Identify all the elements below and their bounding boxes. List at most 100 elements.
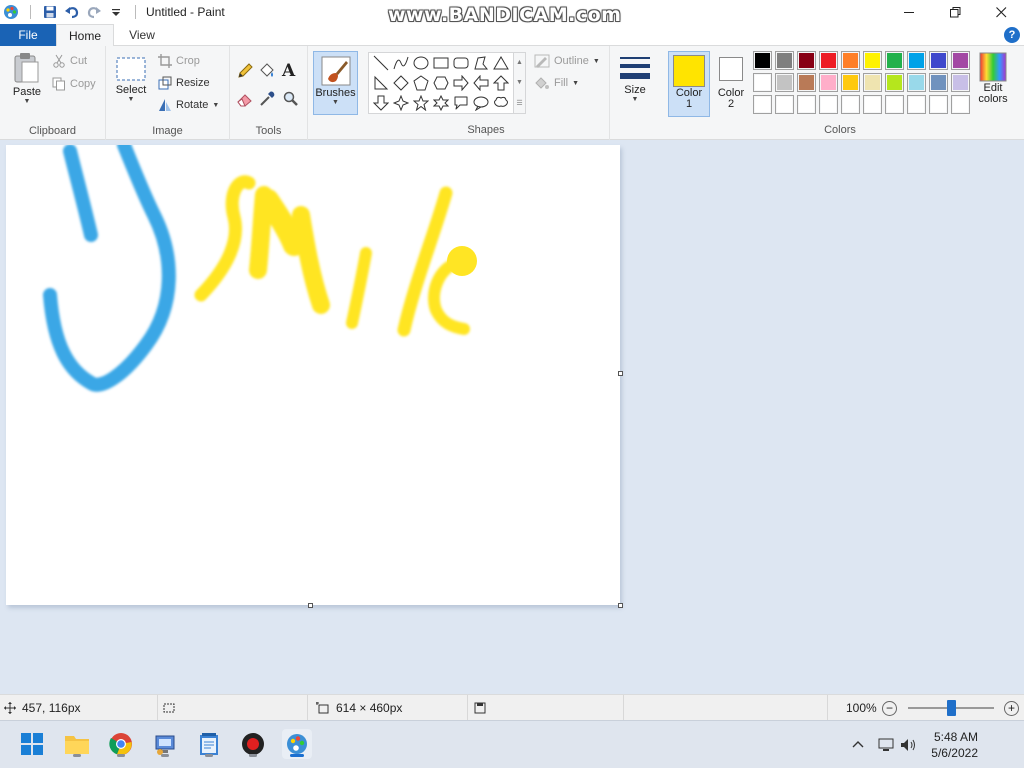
fill-tool[interactable]: [258, 62, 276, 80]
palette-swatch[interactable]: [907, 73, 926, 92]
palette-swatch[interactable]: [753, 95, 772, 114]
pentagon-shape-icon[interactable]: [412, 74, 430, 92]
minimize-button[interactable]: [886, 0, 932, 24]
palette-swatch[interactable]: [885, 73, 904, 92]
cloud-callout-shape-icon[interactable]: [492, 94, 510, 112]
save-icon[interactable]: [41, 3, 59, 21]
palette-swatch[interactable]: [863, 51, 882, 70]
palette-swatch[interactable]: [819, 95, 838, 114]
palette-swatch[interactable]: [753, 73, 772, 92]
palette-swatch[interactable]: [907, 95, 926, 114]
palette-swatch[interactable]: [841, 51, 860, 70]
color2-button[interactable]: Color 2: [712, 54, 750, 110]
network-tray-icon[interactable]: [875, 738, 897, 752]
canvas-resize-handle-right[interactable]: [618, 371, 623, 376]
color-picker-tool[interactable]: [258, 90, 276, 108]
left-arrow-shape-icon[interactable]: [472, 74, 490, 92]
pencil-tool[interactable]: [236, 62, 254, 80]
palette-swatch[interactable]: [753, 51, 772, 70]
palette-swatch[interactable]: [929, 73, 948, 92]
canvas-resize-handle-corner[interactable]: [618, 603, 623, 608]
six-point-star-shape-icon[interactable]: [432, 94, 450, 112]
brushes-button[interactable]: Brushes ▼: [313, 51, 358, 115]
close-button[interactable]: [978, 0, 1024, 24]
five-point-star-shape-icon[interactable]: [412, 94, 430, 112]
oval-callout-shape-icon[interactable]: [472, 94, 490, 112]
down-arrow-shape-icon[interactable]: [372, 94, 390, 112]
chrome-taskbar[interactable]: [106, 729, 136, 759]
rounded-rectangle-shape-icon[interactable]: [452, 54, 470, 72]
shapes-scroll[interactable]: ▲ ▼ ☰: [514, 52, 526, 114]
drawing-canvas[interactable]: [6, 145, 620, 605]
up-arrow-shape-icon[interactable]: [492, 74, 510, 92]
palette-swatch[interactable]: [797, 73, 816, 92]
text-tool[interactable]: A: [282, 61, 295, 81]
fill-button[interactable]: Fill ▼: [534, 76, 579, 90]
palette-swatch[interactable]: [929, 51, 948, 70]
tab-home[interactable]: Home: [56, 24, 114, 47]
palette-swatch[interactable]: [775, 51, 794, 70]
redo-icon[interactable]: [85, 3, 103, 21]
paste-button[interactable]: Paste ▼: [8, 52, 46, 105]
hexagon-shape-icon[interactable]: [432, 74, 450, 92]
volume-tray-icon[interactable]: [897, 738, 921, 752]
color1-button[interactable]: Color 1: [668, 51, 710, 117]
palette-swatch[interactable]: [819, 51, 838, 70]
curve-shape-icon[interactable]: [392, 54, 410, 72]
expand-gallery-icon[interactable]: ☰: [516, 99, 522, 107]
crop-button[interactable]: Crop: [158, 54, 200, 68]
tab-view[interactable]: View: [114, 24, 170, 46]
paint-taskbar[interactable]: [282, 729, 312, 759]
undo-icon[interactable]: [63, 3, 81, 21]
palette-swatch[interactable]: [951, 51, 970, 70]
outline-button[interactable]: Outline ▼: [534, 54, 600, 68]
right-arrow-shape-icon[interactable]: [452, 74, 470, 92]
rounded-callout-shape-icon[interactable]: [452, 94, 470, 112]
clock[interactable]: 5:48 AM 5/6/2022: [931, 729, 1024, 761]
palette-swatch[interactable]: [885, 51, 904, 70]
scroll-down-icon[interactable]: ▼: [516, 79, 523, 86]
rectangle-shape-icon[interactable]: [432, 54, 450, 72]
select-button[interactable]: Select ▼: [114, 54, 148, 103]
right-triangle-shape-icon[interactable]: [372, 74, 390, 92]
palette-swatch[interactable]: [929, 95, 948, 114]
eraser-tool[interactable]: [236, 90, 254, 108]
show-hidden-icons-button[interactable]: [847, 739, 869, 751]
control-panel-taskbar[interactable]: [150, 729, 180, 759]
canvas-resize-handle-bottom[interactable]: [308, 603, 313, 608]
size-button[interactable]: Size ▼: [616, 54, 654, 103]
help-button[interactable]: ?: [1004, 27, 1020, 43]
palette-swatch[interactable]: [819, 73, 838, 92]
magnifier-tool[interactable]: [282, 90, 300, 108]
palette-swatch[interactable]: [841, 95, 860, 114]
palette-swatch[interactable]: [797, 51, 816, 70]
resize-button[interactable]: Resize: [158, 76, 210, 90]
notepad-taskbar[interactable]: [194, 729, 224, 759]
start-button[interactable]: [17, 729, 47, 759]
file-explorer-taskbar[interactable]: [62, 729, 92, 759]
palette-swatch[interactable]: [951, 95, 970, 114]
palette-swatch[interactable]: [951, 73, 970, 92]
zoom-out-button[interactable]: −: [882, 701, 897, 716]
palette-swatch[interactable]: [863, 95, 882, 114]
palette-swatch[interactable]: [775, 95, 794, 114]
palette-swatch[interactable]: [775, 73, 794, 92]
cut-button[interactable]: Cut: [52, 54, 87, 68]
bandicam-taskbar[interactable]: [238, 729, 268, 759]
zoom-slider-thumb[interactable]: [946, 700, 956, 716]
palette-swatch[interactable]: [797, 95, 816, 114]
rotate-button[interactable]: Rotate ▼: [158, 98, 219, 112]
zoom-in-button[interactable]: +: [1004, 701, 1019, 716]
customize-quick-access-icon[interactable]: [107, 3, 125, 21]
polygon-shape-icon[interactable]: [472, 54, 490, 72]
scroll-up-icon[interactable]: ▲: [516, 59, 523, 66]
tab-file[interactable]: File: [0, 24, 56, 46]
copy-button[interactable]: Copy: [52, 77, 96, 91]
edit-colors-button[interactable]: Edit colors: [975, 52, 1011, 105]
line-shape-icon[interactable]: [372, 54, 390, 72]
palette-swatch[interactable]: [907, 51, 926, 70]
triangle-shape-icon[interactable]: [492, 54, 510, 72]
palette-swatch[interactable]: [885, 95, 904, 114]
paint-app-icon[interactable]: [2, 3, 20, 21]
four-point-star-shape-icon[interactable]: [392, 94, 410, 112]
